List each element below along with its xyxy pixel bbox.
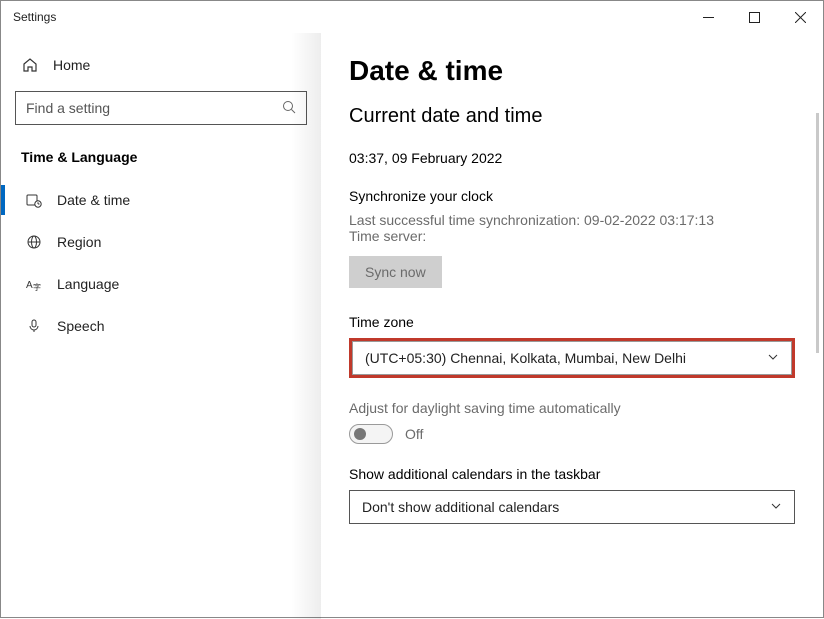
sidebar-item-speech[interactable]: Speech [15,305,307,347]
page-title: Date & time [349,55,795,87]
search-input[interactable]: Find a setting [15,91,307,125]
maximize-button[interactable] [731,1,777,33]
dst-state: Off [405,426,423,442]
timezone-value: (UTC+05:30) Chennai, Kolkata, Mumbai, Ne… [365,350,686,366]
content-pane: Date & time Current date and time 03:37,… [321,33,823,619]
home-icon [21,57,39,73]
timezone-label: Time zone [349,314,795,330]
last-sync-text: Last successful time synchronization: 09… [349,212,795,228]
time-server-text: Time server: [349,228,795,244]
sidebar-item-label: Language [57,276,119,292]
language-icon: A字 [25,276,43,292]
titlebar: Settings [1,1,823,33]
close-button[interactable] [777,1,823,33]
sync-heading: Synchronize your clock [349,188,795,204]
minimize-button[interactable] [685,1,731,33]
sidebar-item-language[interactable]: A字 Language [15,263,307,305]
calendar-value: Don't show additional calendars [362,499,559,515]
sidebar-item-region[interactable]: Region [15,221,307,263]
sidebar: Home Find a setting Time & Language Date… [1,33,321,619]
timezone-dropdown[interactable]: (UTC+05:30) Chennai, Kolkata, Mumbai, Ne… [352,341,792,375]
calendar-label: Show additional calendars in the taskbar [349,466,795,482]
chevron-down-icon [770,499,782,515]
current-dt-heading: Current date and time [349,105,795,128]
scrollbar[interactable] [816,113,819,353]
calendar-dropdown[interactable]: Don't show additional calendars [349,490,795,524]
home-link[interactable]: Home [15,53,307,91]
svg-text:字: 字 [33,282,41,292]
window-title: Settings [13,10,56,24]
date-time-icon [25,192,43,208]
search-placeholder: Find a setting [26,100,282,116]
svg-text:A: A [26,280,33,291]
sidebar-item-label: Region [57,234,101,250]
home-label: Home [53,57,90,73]
chevron-down-icon [767,350,779,366]
current-dt-value: 03:37, 09 February 2022 [349,150,795,166]
sidebar-item-label: Speech [57,318,104,334]
microphone-icon [25,318,43,334]
sync-now-button[interactable]: Sync now [349,256,442,288]
sidebar-item-date-time[interactable]: Date & time [15,179,307,221]
dst-toggle [349,424,393,444]
dst-label: Adjust for daylight saving time automati… [349,400,795,416]
search-icon [282,100,296,117]
category-title: Time & Language [15,149,307,179]
timezone-highlight: (UTC+05:30) Chennai, Kolkata, Mumbai, Ne… [349,338,795,378]
sidebar-item-label: Date & time [57,192,130,208]
globe-icon [25,234,43,250]
